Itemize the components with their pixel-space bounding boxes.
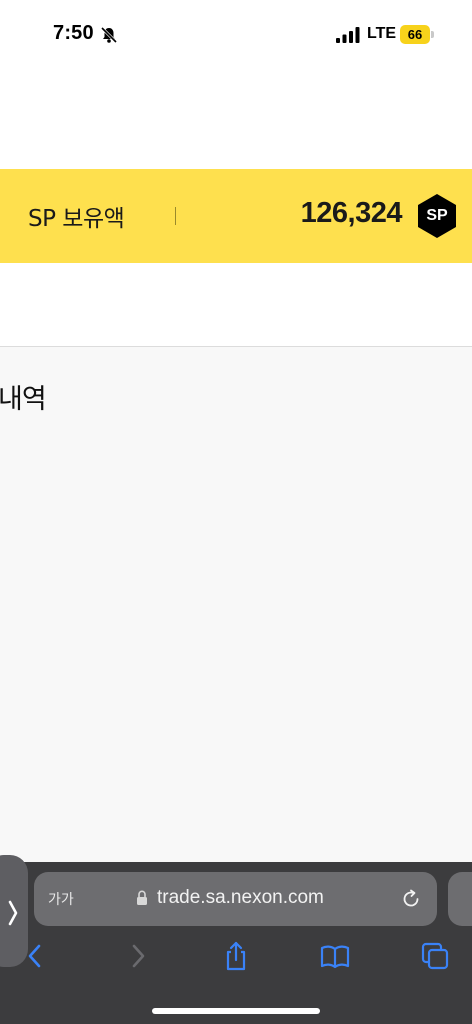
sp-balance-amount: 126,324 <box>300 197 403 229</box>
sp-balance-label: SP 보유액 <box>28 206 125 232</box>
text-size-button[interactable]: 가가 <box>48 889 74 909</box>
history-section: 내역 <box>0 347 472 867</box>
status-time: 7:50 <box>53 22 94 44</box>
sp-badge-text: SP <box>426 207 448 224</box>
battery-indicator: 66 <box>400 25 430 44</box>
signal-icon <box>336 27 360 43</box>
chevron-right-icon[interactable] <box>6 898 20 928</box>
next-tab-peek[interactable] <box>448 872 472 926</box>
bookmarks-icon[interactable] <box>319 940 351 972</box>
back-icon[interactable] <box>20 940 52 972</box>
network-label: LTE <box>367 25 397 42</box>
battery-tip <box>431 31 434 38</box>
lock-icon <box>137 890 147 905</box>
home-indicator <box>152 1008 320 1014</box>
sp-balance-banner: SP 보유액 126,324 SP <box>0 169 472 263</box>
sp-badge: SP <box>416 193 458 239</box>
history-title: 내역 <box>0 384 47 415</box>
tabs-icon[interactable] <box>419 940 451 972</box>
bell-slash-icon <box>100 26 118 44</box>
address-bar[interactable]: 가가 trade.sa.nexon.com <box>34 872 437 926</box>
forward-icon[interactable] <box>121 940 153 972</box>
status-bar: 7:50 LTE 66 <box>0 0 472 70</box>
url-text[interactable]: trade.sa.nexon.com <box>157 887 324 909</box>
sp-divider <box>175 207 176 225</box>
reload-icon[interactable] <box>400 888 422 910</box>
battery-level: 66 <box>407 27 423 42</box>
share-icon[interactable] <box>220 940 252 972</box>
